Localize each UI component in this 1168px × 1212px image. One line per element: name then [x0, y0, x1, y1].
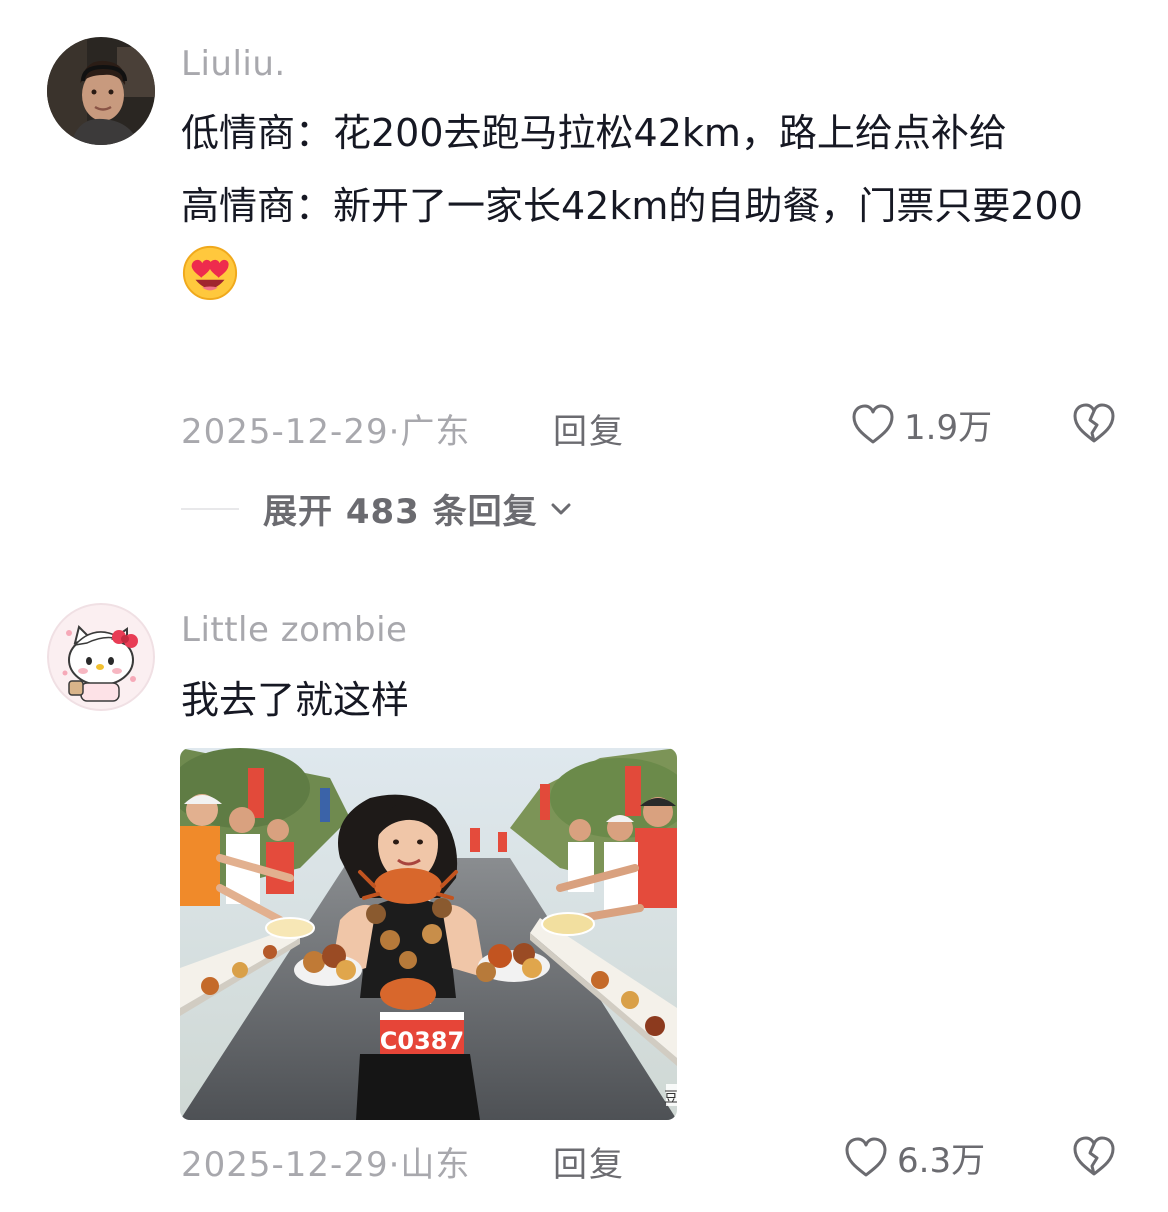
- like-count: 1.9万: [904, 408, 993, 448]
- comment-meta: 2025-12-29·广东: [181, 404, 470, 453]
- divider: [181, 507, 239, 510]
- comment-line: 我去了就这样: [181, 678, 410, 722]
- like-button[interactable]: 1.9万: [850, 400, 992, 449]
- avatar[interactable]: [47, 37, 155, 145]
- expand-replies-label: 展开 483 条回复: [263, 492, 538, 532]
- comment-date: 2025-12-29: [181, 412, 389, 452]
- like-button[interactable]: 6.3万: [843, 1133, 985, 1182]
- reply-button[interactable]: 回复: [553, 1137, 625, 1186]
- comment-text: 我去了就这样: [181, 664, 1101, 737]
- reply-button[interactable]: 回复: [553, 404, 625, 453]
- expand-replies-button[interactable]: 展开 483 条回复: [181, 484, 576, 533]
- image-corner-text: 豆: [664, 1090, 677, 1106]
- chevron-down-icon: [551, 503, 571, 514]
- separator: ·: [388, 412, 401, 452]
- comment-meta: 2025-12-29·山东: [181, 1137, 470, 1186]
- comment-image[interactable]: C0387 豆: [180, 748, 677, 1120]
- dislike-button[interactable]: [1071, 401, 1117, 451]
- separator: ·: [388, 1145, 401, 1185]
- dislike-button[interactable]: [1071, 1134, 1117, 1184]
- comment-date: 2025-12-29: [181, 1145, 389, 1185]
- like-count: 6.3万: [897, 1141, 986, 1181]
- username[interactable]: Liuliu.: [181, 44, 286, 84]
- comment-line: 低情商：花200去跑马拉松42km，路上给点补给: [181, 111, 1007, 155]
- broken-heart-icon: [1073, 403, 1115, 443]
- comment-text: 低情商：花200去跑马拉松42km，路上给点补给 高情商：新开了一家长42km的…: [181, 97, 1101, 317]
- bib-number: C0387: [380, 1027, 464, 1055]
- broken-heart-icon: [1073, 1136, 1115, 1176]
- heart-eyes-emoji: [182, 245, 238, 301]
- avatar[interactable]: [47, 603, 155, 711]
- heart-icon: [845, 1137, 887, 1176]
- comment-location: 山东: [400, 1145, 471, 1185]
- heart-icon: [852, 404, 894, 443]
- comment-line: 高情商：新开了一家长42km的自助餐，门票只要200: [181, 170, 1101, 317]
- comment-location: 广东: [400, 412, 471, 452]
- username[interactable]: Little zombie: [181, 610, 407, 650]
